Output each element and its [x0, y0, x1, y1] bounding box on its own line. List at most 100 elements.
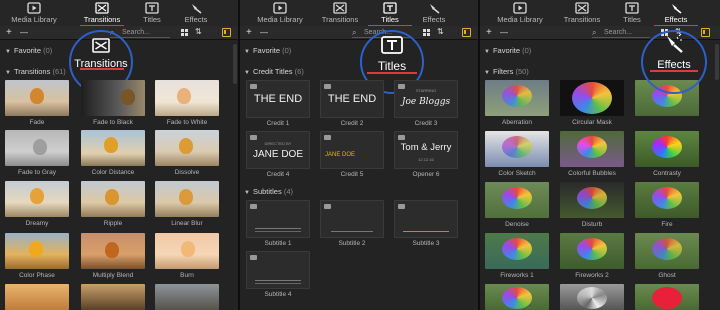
title-badge-icon [324, 135, 331, 140]
title-card-credit-5[interactable]: JANE DOE [320, 131, 384, 169]
titles-icon [383, 2, 397, 14]
add-button[interactable]: + [246, 26, 252, 39]
panel-toggle-icon[interactable] [462, 28, 471, 37]
transitions-icon [575, 2, 589, 14]
effect-thumb[interactable] [560, 284, 624, 310]
grid-view-icon[interactable] [181, 29, 188, 36]
transitions-icon [95, 2, 109, 14]
search-placeholder: Search... [122, 29, 151, 36]
tab-effects[interactable]: Effects [406, 2, 462, 24]
tab-label: Transitions [321, 15, 359, 24]
subtitle-card-3[interactable] [394, 200, 458, 238]
transition-caption: Fade to Black [93, 119, 133, 126]
sort-icon[interactable]: ⇅ [437, 27, 444, 36]
transition-caption: Multiply Blend [92, 272, 134, 279]
transition-thumb-fade[interactable] [5, 80, 69, 116]
add-button[interactable]: + [6, 26, 12, 39]
subtitle-card-2[interactable] [320, 200, 384, 238]
transition-thumb-multiply-blend[interactable] [81, 233, 145, 269]
transition-thumb[interactable] [81, 284, 145, 310]
add-button[interactable]: + [486, 26, 492, 39]
transition-thumb-ripple[interactable] [81, 181, 145, 217]
effect-caption: Fire [661, 221, 673, 228]
tab-media-library[interactable]: Media Library [6, 2, 62, 24]
transition-thumb[interactable] [5, 284, 69, 310]
transition-thumb-fade-to-gray[interactable] [5, 130, 69, 166]
subtitle-card-4[interactable] [246, 251, 310, 289]
effect-thumb-fireworks-1[interactable] [485, 233, 549, 269]
effect-thumb[interactable] [485, 284, 549, 310]
tab-media-library[interactable]: Media Library [492, 2, 548, 24]
effect-thumb-colorful-bubbles[interactable] [560, 131, 624, 167]
transition-thumb-dreamy[interactable] [5, 181, 69, 217]
transition-thumb-linear-blur[interactable] [155, 181, 219, 217]
transition-thumb-fade-to-black[interactable] [81, 80, 145, 116]
tab-transitions[interactable]: Transitions [312, 2, 368, 24]
title-card-opener-6[interactable]: Tom & Jerry 12.12.16 [394, 131, 458, 169]
title-badge-icon [250, 135, 257, 140]
title-caption: Credit 1 [266, 120, 290, 127]
tab-effects[interactable]: Effects [648, 2, 704, 27]
search-input[interactable]: ⌕ Search... [592, 28, 650, 38]
effect-caption: Circular Mask [572, 119, 612, 126]
top-tab-bar: Media Library Transitions Titles Effects [480, 0, 720, 27]
effect-caption: Colorful Bubbles [568, 170, 616, 177]
top-tab-bar: Media Library Transitions Titles Effects [0, 0, 238, 27]
title-badge-icon [250, 84, 257, 89]
transitions-section-header[interactable]: ▼ Transitions (61) [5, 67, 66, 76]
transitions-tab-highlight: Transitions [72, 38, 130, 70]
subtitles-section-header[interactable]: ▼ Subtitles (4) [244, 187, 293, 196]
filters-section-header[interactable]: ▼ Filters (50) [484, 67, 529, 76]
transition-thumb-dissolve[interactable] [155, 130, 219, 166]
title-caption: Credit 2 [340, 120, 364, 127]
collapse-arrow-icon: ▼ [244, 70, 250, 76]
tab-effects[interactable]: Effects [168, 2, 224, 24]
remove-button[interactable]: — [500, 26, 508, 39]
sort-icon[interactable]: ⇅ [195, 27, 202, 36]
title-card-credit-3[interactable]: STARRING Joe Bloggs [394, 80, 458, 118]
effect-thumb-aberration[interactable] [485, 80, 549, 116]
effect-thumb-ghost[interactable] [635, 233, 699, 269]
effect-thumb-disturb[interactable] [560, 182, 624, 218]
credit-titles-section-header[interactable]: ▼ Credit Titles (6) [244, 67, 304, 76]
scrollbar[interactable] [715, 44, 719, 80]
remove-button[interactable]: — [260, 26, 268, 39]
transition-thumb-color-phase[interactable] [5, 233, 69, 269]
tab-transitions[interactable]: Transitions [74, 2, 130, 27]
title-card-credit-2[interactable]: THE END [320, 80, 384, 118]
effect-thumb-fireworks-2[interactable] [560, 233, 624, 269]
effect-thumb[interactable] [635, 284, 699, 310]
effect-thumb-color-sketch[interactable] [485, 131, 549, 167]
title-card-credit-1[interactable]: THE END [246, 80, 310, 118]
titles-icon [381, 36, 403, 54]
effects-wand-icon [192, 4, 202, 14]
subtitle-card-1[interactable] [246, 200, 310, 238]
transition-thumb-color-distance[interactable] [81, 130, 145, 166]
effect-thumb-contrasty[interactable] [635, 131, 699, 167]
transition-thumb[interactable] [155, 284, 219, 310]
effect-thumb-denoise[interactable] [485, 182, 549, 218]
scrollbar[interactable] [233, 44, 237, 84]
transition-thumb-fade-to-white[interactable] [155, 80, 219, 116]
highlight-underline [367, 72, 417, 74]
favorite-section-header[interactable]: ▼ Favorite (0) [484, 46, 531, 55]
grid-view-icon[interactable] [423, 29, 430, 36]
effect-thumb-fire[interactable] [635, 182, 699, 218]
tab-transitions[interactable]: Transitions [554, 2, 610, 24]
tab-label: Effects [184, 15, 208, 24]
transition-caption: Dreamy [25, 220, 49, 227]
favorite-section-header[interactable]: ▼ Favorite (0) [244, 46, 291, 55]
tab-label: Media Library [11, 15, 57, 24]
subtitle-caption: Subtitle 3 [412, 240, 440, 247]
transition-thumb-burn[interactable] [155, 233, 219, 269]
effect-caption: Ghost [658, 272, 676, 279]
effect-thumb-circular-mask[interactable] [560, 80, 624, 116]
remove-button[interactable]: — [20, 26, 28, 39]
title-badge-icon [250, 255, 257, 260]
tab-media-library[interactable]: Media Library [252, 2, 308, 24]
panel-toggle-icon[interactable] [701, 28, 710, 37]
title-card-credit-4[interactable]: DIRECTED BY JANE DOE [246, 131, 310, 169]
favorite-section-header[interactable]: ▼ Favorite (0) [5, 46, 52, 55]
effect-caption: Fireworks 2 [575, 272, 609, 279]
panel-toggle-icon[interactable] [222, 28, 231, 37]
